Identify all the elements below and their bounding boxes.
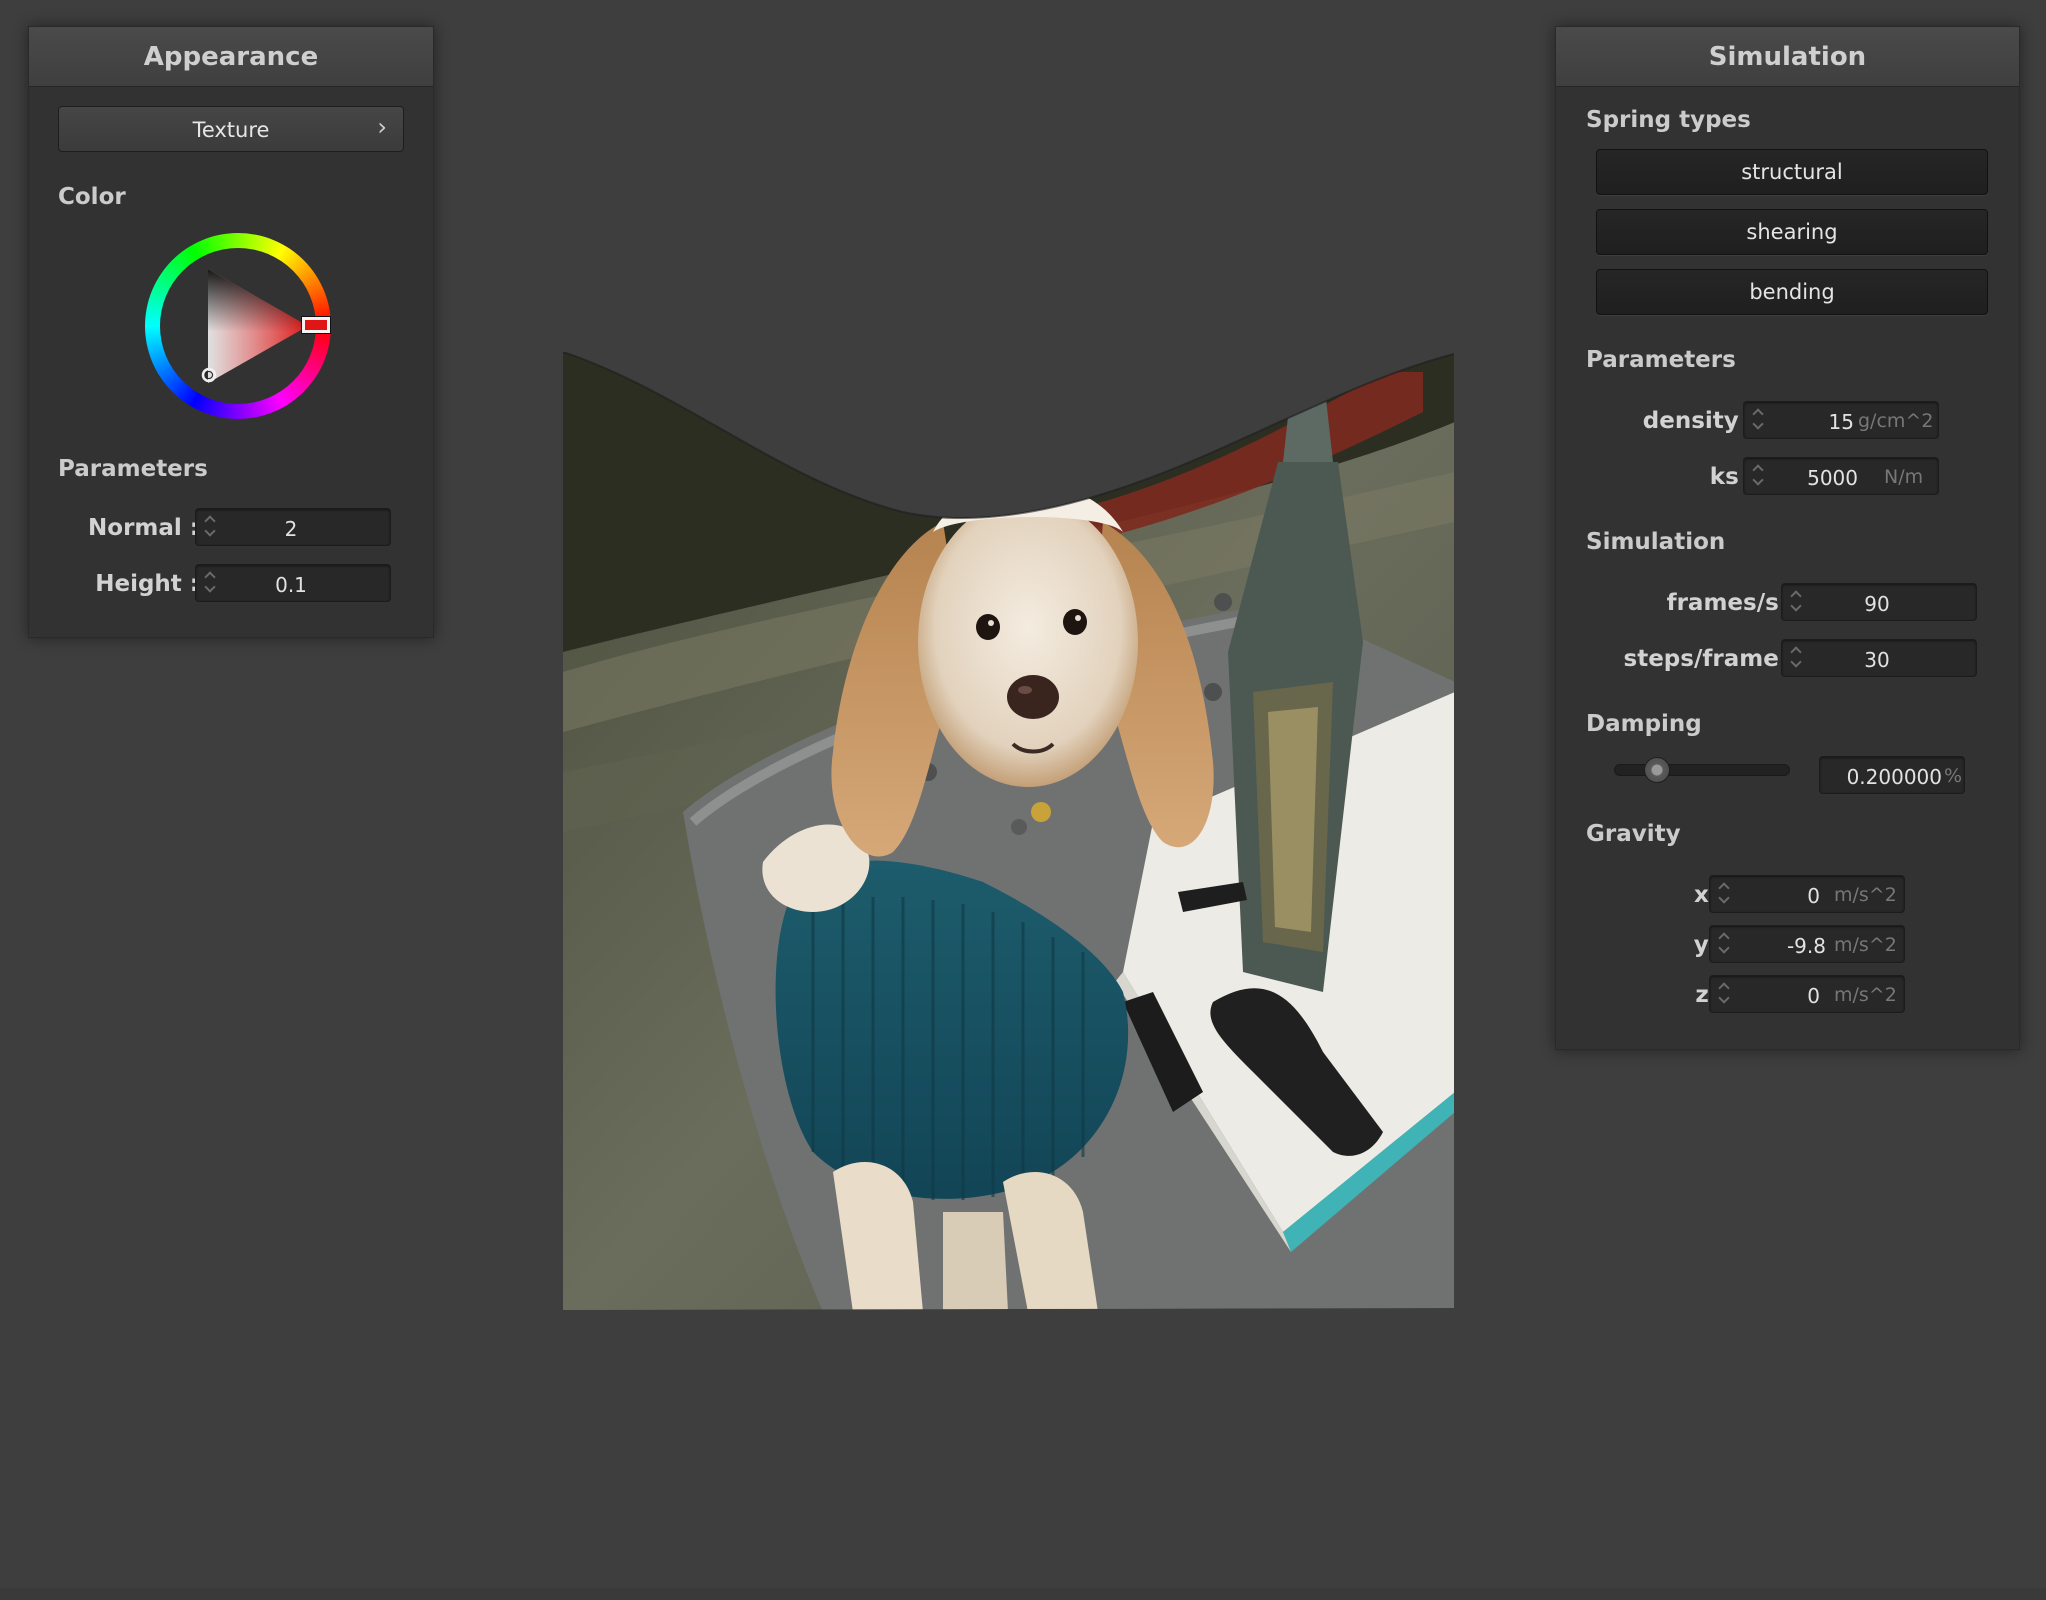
structural-button[interactable]: structural: [1596, 149, 1988, 195]
spinner-icon[interactable]: [1718, 980, 1732, 1008]
simulation-panel-title[interactable]: Simulation: [1556, 27, 2019, 87]
hue-marker[interactable]: [302, 317, 330, 333]
texture-button-label: Texture: [192, 118, 270, 142]
gravity-y-label: y :: [1693, 932, 1726, 958]
appearance-panel: Appearance Texture › Color Parameters No…: [28, 26, 434, 638]
height-value: 0.1: [275, 573, 307, 597]
simulation-panel: Simulation Spring types structural shear…: [1555, 26, 2020, 1050]
cloth-canvas[interactable]: [562, 351, 1455, 1312]
app-window: Appearance Texture › Color Parameters No…: [0, 0, 2046, 1600]
frames-per-s-label: frames/s :: [1666, 590, 1796, 616]
gravity-label: Gravity: [1586, 821, 1681, 847]
damping-unit: %: [1944, 765, 1963, 787]
ks-value: 5000: [1807, 466, 1858, 490]
steps-per-frame-field[interactable]: 30: [1781, 639, 1977, 677]
damping-slider[interactable]: [1614, 764, 1790, 776]
normal-field[interactable]: 2: [195, 508, 391, 546]
appearance-parameters-label: Parameters: [58, 456, 208, 482]
ks-unit: N/m: [1884, 466, 1924, 488]
spinner-icon[interactable]: [1718, 930, 1732, 958]
normal-value: 2: [284, 517, 298, 541]
density-field[interactable]: 15 g/cm^2: [1743, 401, 1939, 439]
appearance-panel-title[interactable]: Appearance: [29, 27, 433, 87]
spinner-icon[interactable]: [1718, 880, 1732, 908]
steps-per-frame-label: steps/frame :: [1623, 646, 1796, 672]
frames-per-s-value: 90: [1864, 592, 1890, 616]
ks-field[interactable]: 5000 N/m: [1743, 457, 1939, 495]
damping-value: 0.200000: [1846, 765, 1942, 789]
damping-field[interactable]: 0.200000 %: [1819, 756, 1965, 794]
spinner-icon[interactable]: [1752, 462, 1766, 490]
ks-label: ks :: [1709, 464, 1756, 490]
frames-per-s-field[interactable]: 90: [1781, 583, 1977, 621]
gravity-y-value: -9.8: [1786, 934, 1826, 958]
gravity-z-value: 0: [1807, 984, 1820, 1008]
gravity-z-field[interactable]: 0 m/s^2: [1709, 975, 1905, 1013]
simulation-parameters-label: Parameters: [1586, 347, 1736, 373]
height-label: Height :: [95, 571, 199, 597]
density-unit: g/cm^2: [1858, 410, 1934, 432]
gravity-z-unit: m/s^2: [1834, 984, 1897, 1006]
height-field[interactable]: 0.1: [195, 564, 391, 602]
spinner-icon[interactable]: [204, 513, 218, 541]
spring-types-label: Spring types: [1586, 107, 1751, 133]
spinner-icon[interactable]: [1752, 406, 1766, 434]
gravity-y-field[interactable]: -9.8 m/s^2: [1709, 925, 1905, 963]
spinner-icon[interactable]: [1790, 588, 1804, 616]
normal-label: Normal :: [88, 515, 199, 541]
chevron-right-icon: ›: [377, 113, 387, 141]
simulation-section-label: Simulation: [1586, 529, 1726, 555]
density-value: 15: [1828, 410, 1854, 434]
bending-button[interactable]: bending: [1596, 269, 1988, 315]
texture-button[interactable]: Texture ›: [58, 106, 404, 152]
gravity-x-label: x :: [1693, 882, 1726, 908]
gravity-x-field[interactable]: 0 m/s^2: [1709, 875, 1905, 913]
shearing-button[interactable]: shearing: [1596, 209, 1988, 255]
cloth-texture: [562, 351, 1455, 1310]
bottom-toolbar: [0, 1588, 2046, 1600]
spinner-icon[interactable]: [1790, 644, 1804, 672]
gravity-x-value: 0: [1807, 884, 1820, 908]
gravity-z-label: z :: [1695, 982, 1726, 1008]
color-wheel[interactable]: [145, 233, 331, 419]
damping-slider-handle[interactable]: [1644, 757, 1670, 783]
gravity-x-unit: m/s^2: [1834, 884, 1897, 906]
damping-label: Damping: [1586, 711, 1702, 737]
gravity-y-unit: m/s^2: [1834, 934, 1897, 956]
color-label: Color: [58, 184, 126, 210]
spinner-icon[interactable]: [204, 569, 218, 597]
steps-per-frame-value: 30: [1864, 648, 1890, 672]
density-label: density :: [1642, 408, 1756, 434]
